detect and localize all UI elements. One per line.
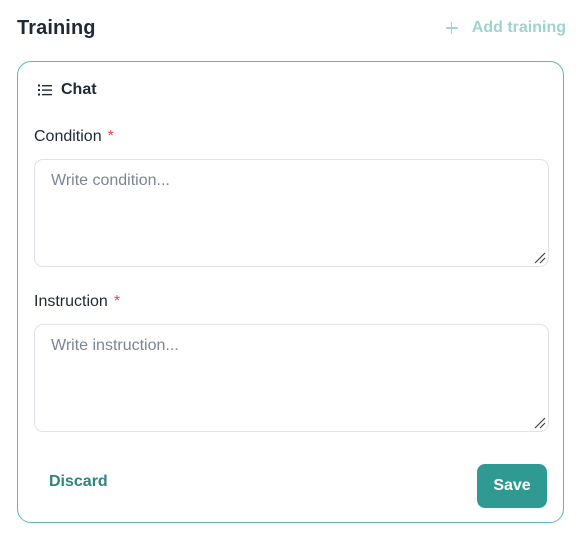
- condition-label-text: Condition: [34, 128, 102, 145]
- save-button[interactable]: Save: [477, 464, 547, 508]
- condition-field[interactable]: [34, 159, 549, 267]
- required-marker: *: [107, 128, 114, 145]
- list-icon: [38, 84, 52, 96]
- instruction-field[interactable]: [34, 324, 549, 432]
- resize-grip-icon[interactable]: [534, 252, 546, 264]
- card-type: Chat: [38, 81, 97, 99]
- add-training-label: Add training: [471, 19, 566, 36]
- instruction-label: Instruction *: [34, 293, 120, 311]
- add-training-button[interactable]: Add training: [445, 19, 566, 37]
- page-title: Training: [17, 16, 96, 39]
- required-marker: *: [113, 293, 121, 310]
- plus-icon: [445, 22, 458, 34]
- instruction-field-wrap: [34, 324, 549, 432]
- instruction-label-text: Instruction: [34, 293, 108, 310]
- training-card: Chat Condition * Instruction * Discard Sav…: [17, 61, 564, 523]
- card-type-label: Chat: [61, 81, 97, 98]
- condition-field-wrap: [34, 159, 549, 267]
- condition-label: Condition *: [34, 128, 114, 146]
- discard-button[interactable]: Discard: [49, 473, 108, 491]
- resize-grip-icon[interactable]: [534, 417, 546, 429]
- training-header: Training Add training: [17, 10, 566, 46]
